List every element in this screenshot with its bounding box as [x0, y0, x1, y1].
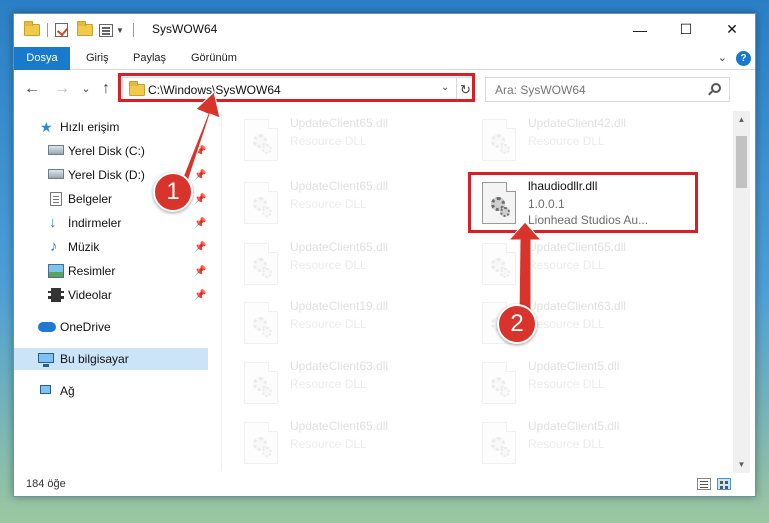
annotation-arrows	[179, 91, 543, 319]
arrow-to-address	[179, 91, 221, 188]
step-badge-1: 1	[153, 172, 193, 212]
step-badge-2: 2	[497, 304, 537, 344]
